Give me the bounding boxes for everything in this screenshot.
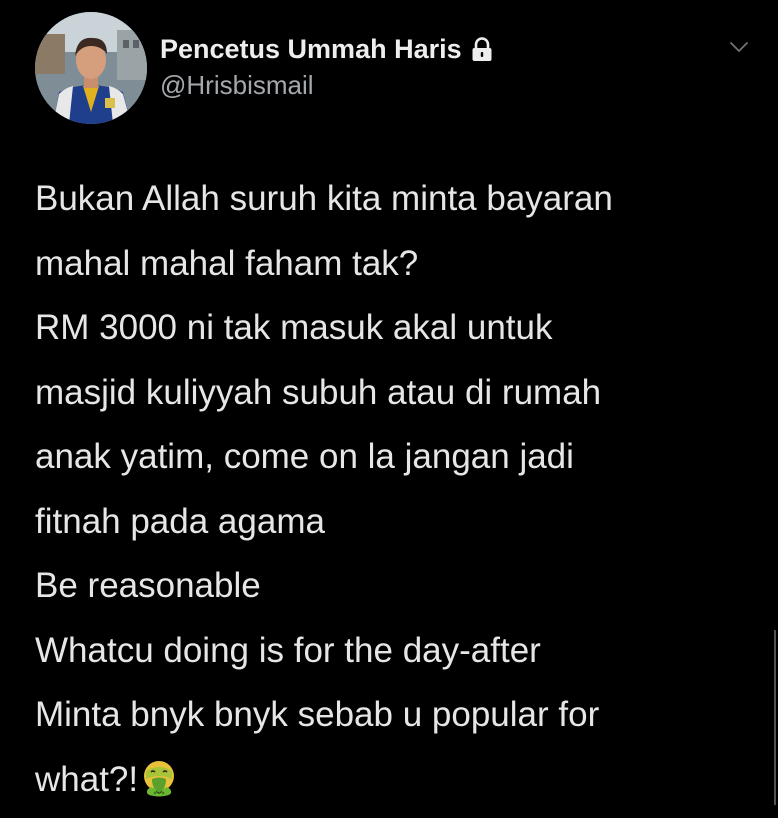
tweet-text: Bukan Allah suruh kita minta bayaran mah…: [35, 167, 755, 812]
tweet-card: Pencetus Ummah Haris @Hrisbismail Bukan …: [0, 0, 778, 805]
tweet-line: Whatcu doing is for the day-after: [35, 630, 541, 670]
tweet-line: Minta bnyk bnyk sebab u popular for: [35, 695, 600, 734]
tweet-line: mahal mahal faham tak?: [35, 243, 419, 283]
tweet-line: masjid kuliyyah subuh atau di rumah: [35, 372, 602, 412]
author-name-row[interactable]: Pencetus Ummah Haris: [160, 34, 493, 65]
scrollbar-edge: [774, 630, 776, 805]
lock-icon: [471, 36, 493, 63]
tweet-line: Be reasonable: [35, 566, 261, 605]
chevron-down-icon[interactable]: [728, 36, 750, 58]
avatar[interactable]: [35, 12, 147, 124]
vomiting-face-emoji: [140, 754, 178, 796]
tweet-line: Bukan Allah suruh kita minta bayaran: [35, 179, 613, 218]
author-handle[interactable]: @Hrisbismail: [160, 70, 314, 101]
tweet-line: anak yatim, come on la jangan jadi: [35, 437, 574, 476]
profile-photo: [35, 12, 147, 124]
tweet-line-text: what?!: [35, 759, 139, 799]
tweet-line: fitnah pada agama: [35, 501, 325, 541]
tweet-line-last: what?!: [35, 748, 755, 813]
tweet-line: RM 3000 ni tak masuk akal untuk: [35, 308, 553, 347]
author-display-name[interactable]: Pencetus Ummah Haris: [160, 34, 462, 65]
